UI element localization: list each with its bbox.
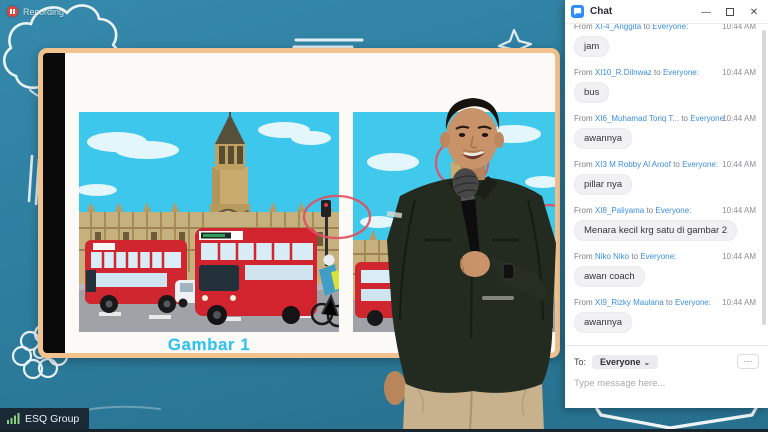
chat-from-word: From <box>574 206 595 215</box>
chat-to-word: to <box>629 252 640 261</box>
chat-bubble: awannya <box>574 312 632 333</box>
presenter <box>370 88 570 432</box>
chat-recipient: Everyone: <box>640 252 676 261</box>
chat-timestamp: 10:44 AM <box>722 297 756 308</box>
wave-doodle <box>85 407 160 410</box>
message-input[interactable]: Type message here... <box>574 378 759 389</box>
chevron-down-icon: ⌄ <box>644 358 651 367</box>
recipient-value: Everyone <box>600 357 641 367</box>
chat-timestamp: 10:44 AM <box>722 24 756 32</box>
recording-label: Recording <box>23 7 64 17</box>
chat-recipient: Everyone: <box>690 114 726 123</box>
chat-sender: XI3 M Robby Al Aroof <box>595 160 671 169</box>
chat-to-word: to <box>679 114 690 123</box>
chat-timestamp: 10:44 AM <box>722 67 756 78</box>
chat-to-word: to <box>671 160 682 169</box>
chat-bubble: awan coach <box>574 266 645 287</box>
chat-message: From XI-4_Anggita to Everyone: 10:44 AM … <box>574 24 758 57</box>
maximize-icon[interactable] <box>718 0 742 24</box>
chat-bubble: bus <box>574 82 609 103</box>
chevron-doodle <box>597 408 756 428</box>
chat-timestamp: 10:44 AM <box>722 159 756 170</box>
chat-panel: Chat — ✕ From XI-4_Anggita to Everyone: … <box>565 0 768 408</box>
chat-to-word: to <box>652 68 663 77</box>
more-options-button[interactable]: ⋯ <box>737 354 759 369</box>
chat-message-meta: From XI9_Rizky Maulana to Everyone: 10:4… <box>574 297 758 308</box>
chat-message-meta: From XI6_Muhamad Toriq T... to Everyone:… <box>574 113 758 124</box>
close-icon[interactable]: ✕ <box>742 0 766 24</box>
chat-recipient: Everyone: <box>655 206 691 215</box>
chat-message-meta: From XI-4_Anggita to Everyone: 10:44 AM <box>574 24 758 32</box>
participant-name: ESQ Group <box>25 413 79 425</box>
chat-message: From XI6_Muhamad Toriq T... to Everyone:… <box>574 113 758 149</box>
chat-message: From XI8_Paliyama to Everyone: 10:44 AM … <box>574 205 758 241</box>
chat-app-icon <box>571 5 584 18</box>
recipient-dropdown[interactable]: Everyone⌄ <box>592 355 658 369</box>
chat-message-meta: From XI10_R.Dilnwaz to Everyone: 10:44 A… <box>574 67 758 78</box>
slide-photo-gambar-1 <box>79 112 339 332</box>
recording-indicator[interactable]: Recording <box>7 6 64 17</box>
chat-bubble: awannya <box>574 128 632 149</box>
chat-from-word: From <box>574 24 595 31</box>
speed-lines-doodle <box>294 40 362 47</box>
chat-recipient: Everyone: <box>682 160 718 169</box>
chat-bubble: jam <box>574 36 609 57</box>
chat-from-word: From <box>574 298 595 307</box>
chat-timestamp: 10:44 AM <box>722 251 756 262</box>
chat-sender: XI8_Paliyama <box>595 206 644 215</box>
chat-to-word: to <box>644 206 655 215</box>
chat-to-word: to <box>664 298 675 307</box>
chat-message-meta: From Niko Niko to Everyone: 10:44 AM <box>574 251 758 262</box>
chat-timestamp: 10:44 AM <box>722 205 756 216</box>
chat-footer: To: Everyone⌄ ⋯ Type message here... <box>565 345 768 408</box>
chat-message-list[interactable]: From XI-4_Anggita to Everyone: 10:44 AM … <box>565 24 762 345</box>
chat-message: From XI9_Rizky Maulana to Everyone: 10:4… <box>574 297 758 333</box>
chat-timestamp: 10:44 AM <box>722 113 756 124</box>
slide-caption-gambar-1: Gambar 1 <box>79 335 339 355</box>
red-bus-left <box>85 240 187 313</box>
chat-scrollbar[interactable] <box>762 30 766 325</box>
chat-message-meta: From XI3 M Robby Al Aroof to Everyone: 1… <box>574 159 758 170</box>
chat-sender: Niko Niko <box>595 252 629 261</box>
record-icon <box>7 6 18 17</box>
chat-header: Chat — ✕ <box>565 0 768 24</box>
participant-name-badge: ESQ Group <box>0 408 89 429</box>
to-label: To: <box>574 357 586 367</box>
chat-sender: XI-4_Anggita <box>595 24 641 31</box>
chat-sender: XI6_Muhamad Toriq T... <box>595 114 679 123</box>
chat-bubble: pillar nya <box>574 174 632 195</box>
meeting-screen: Recording <box>0 0 768 432</box>
chat-message: From XI3 M Robby Al Aroof to Everyone: 1… <box>574 159 758 195</box>
chat-sender: XI10_R.Dilnwaz <box>595 68 652 77</box>
minimize-icon[interactable]: — <box>694 0 718 24</box>
chat-recipient: Everyone: <box>652 24 688 31</box>
chat-from-word: From <box>574 114 595 123</box>
chat-window-title: Chat <box>590 6 612 17</box>
chat-sender: XI9_Rizky Maulana <box>595 298 664 307</box>
chat-message: From Niko Niko to Everyone: 10:44 AM awa… <box>574 251 758 287</box>
chat-recipient: Everyone: <box>675 298 711 307</box>
chat-bubble: Menara kecil krg satu di gambar 2 <box>574 220 737 241</box>
chat-message: From XI10_R.Dilnwaz to Everyone: 10:44 A… <box>574 67 758 103</box>
signal-bars-icon <box>7 413 20 424</box>
chat-from-word: From <box>574 160 595 169</box>
chat-from-word: From <box>574 252 595 261</box>
red-bus-right <box>195 228 317 325</box>
chat-from-word: From <box>574 68 595 77</box>
chat-recipient: Everyone: <box>663 68 699 77</box>
chat-to-word: to <box>641 24 652 31</box>
slide-edge-bar <box>43 53 65 353</box>
chat-message-meta: From XI8_Paliyama to Everyone: 10:44 AM <box>574 205 758 216</box>
